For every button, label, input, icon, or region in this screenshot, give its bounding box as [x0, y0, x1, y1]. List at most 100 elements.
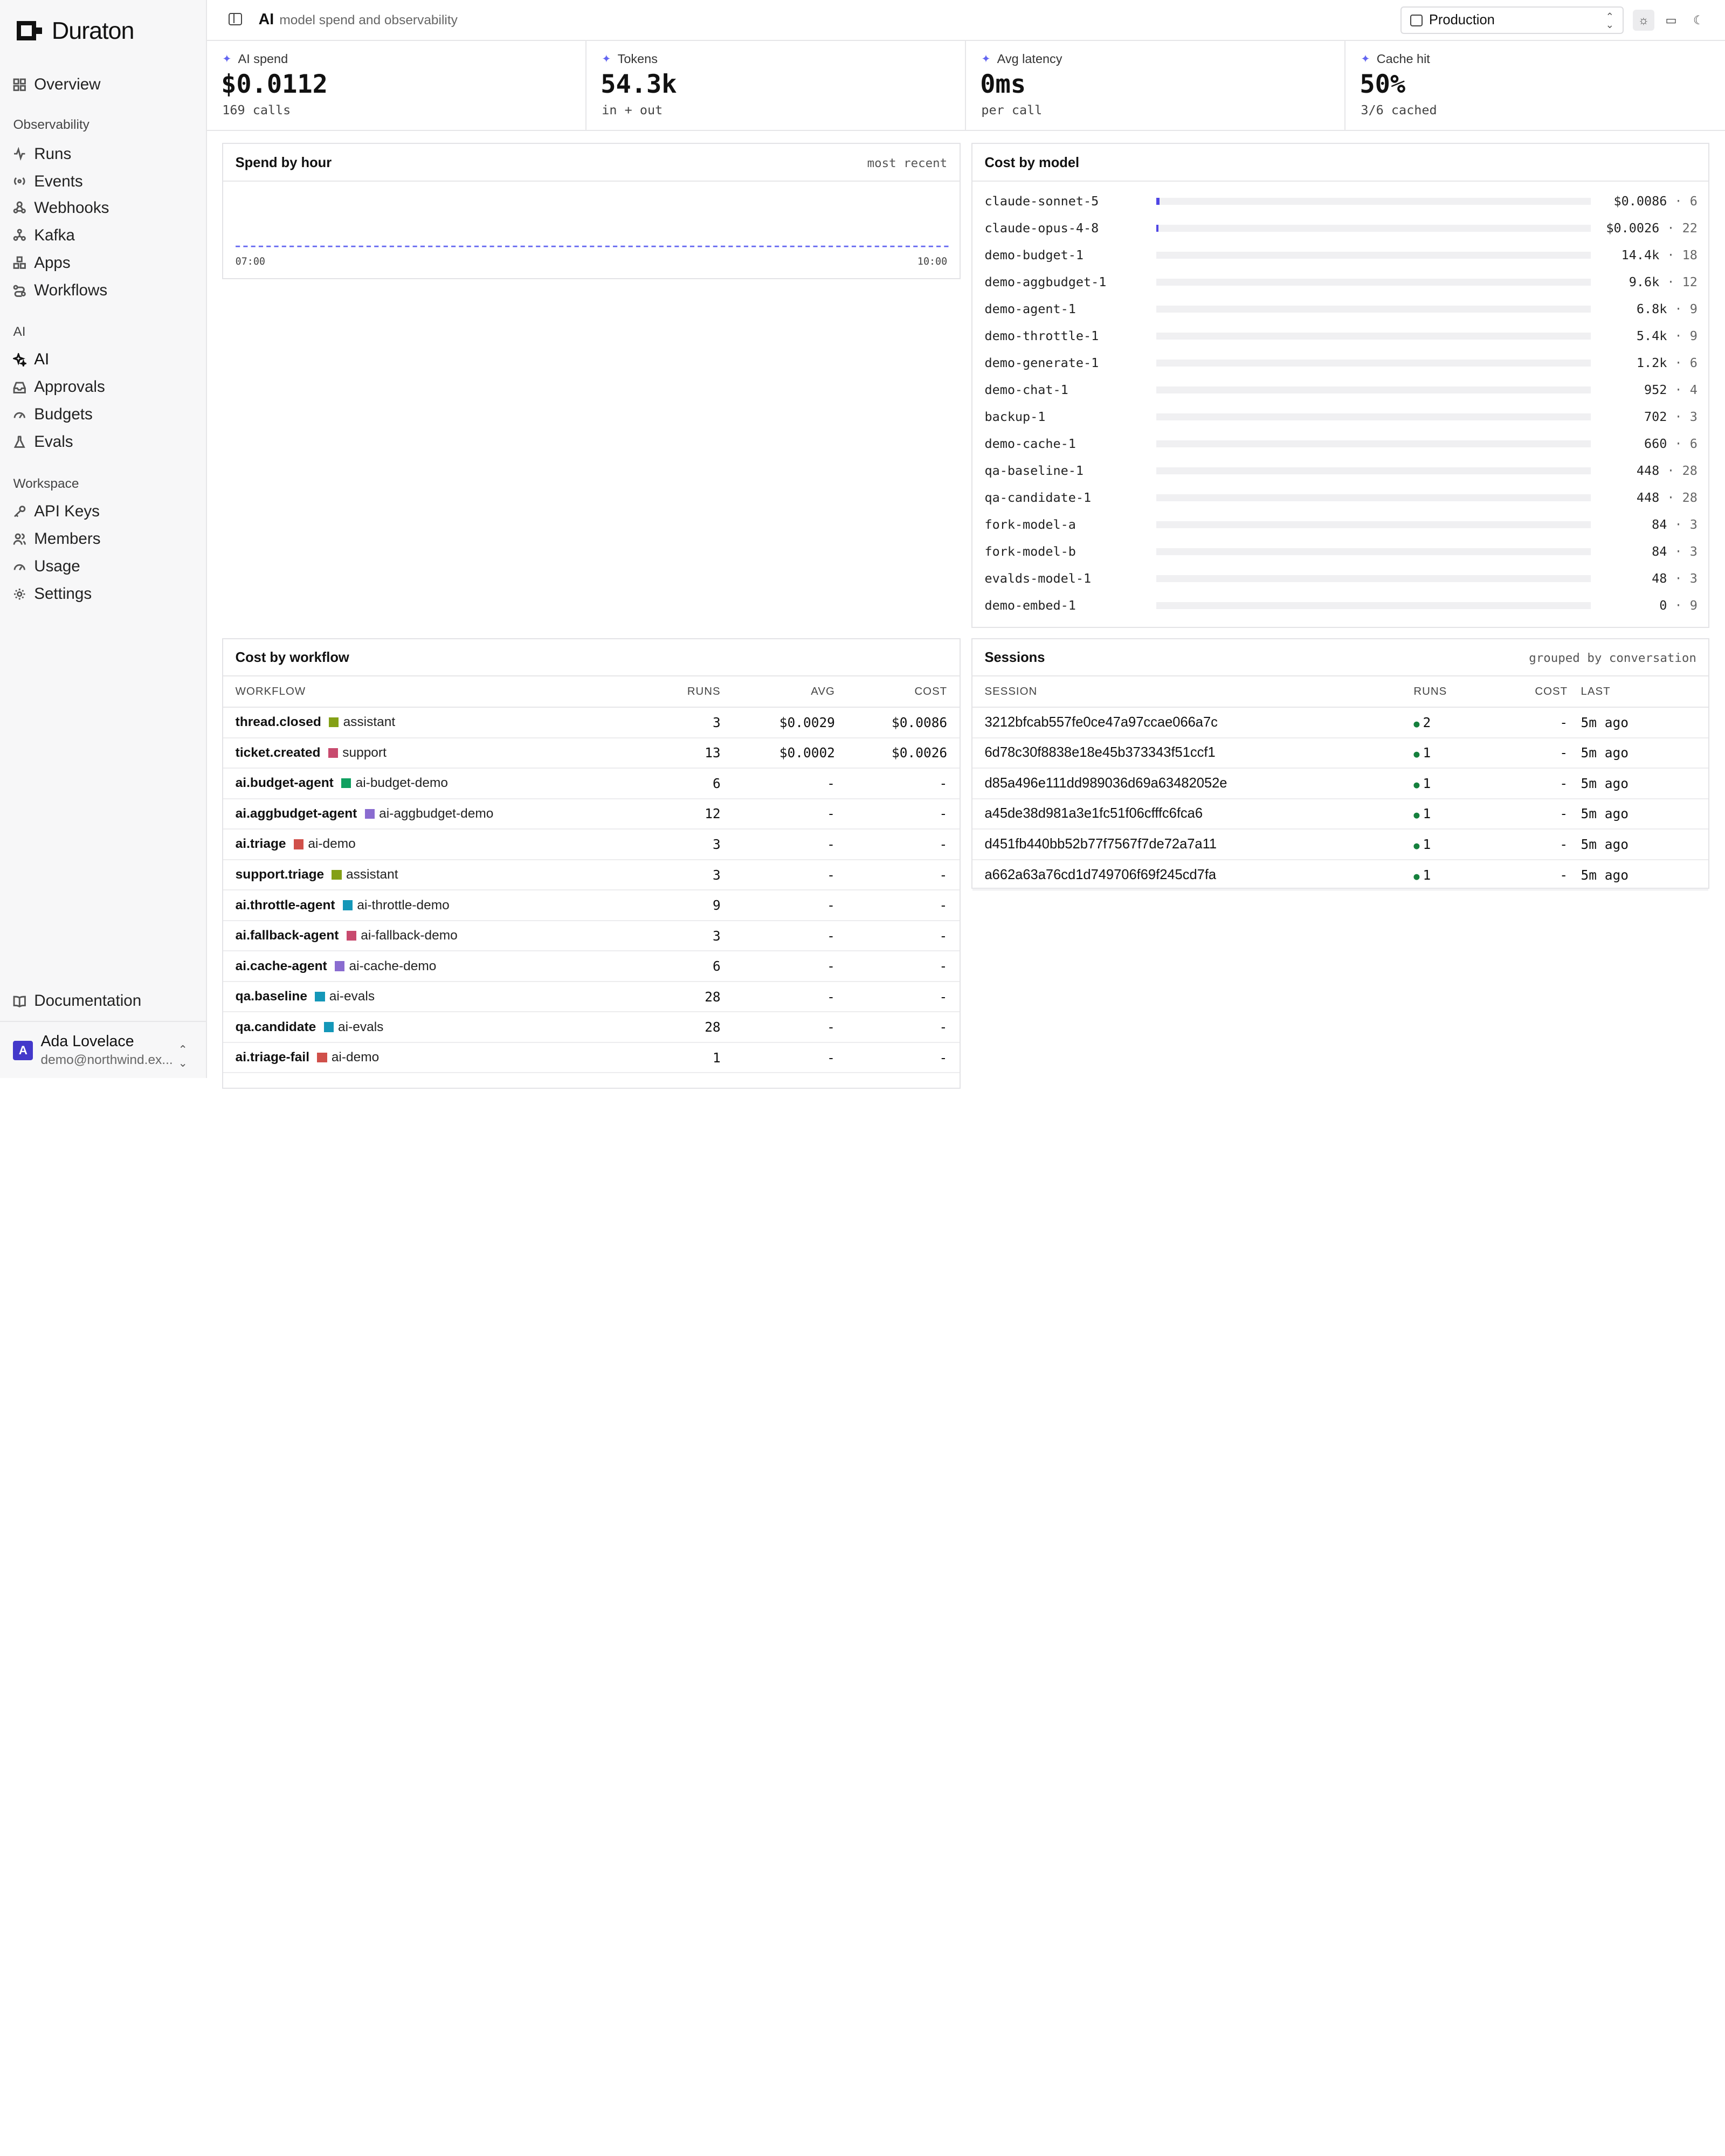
- session-id[interactable]: a662a63a76cd1d749706f69f245cd7fa: [972, 859, 1414, 891]
- chevron-updown-icon: ⌃ ⌄: [178, 1044, 188, 1069]
- sidebar-item-workflows[interactable]: Workflows: [13, 279, 107, 301]
- table-row[interactable]: d451fb440bb52b77f7567f7de72a7a11 ● 1 -5m ag…: [972, 829, 1709, 860]
- session-runs: 1: [1423, 745, 1431, 761]
- sidebar-item-webhooks[interactable]: Webhooks: [13, 197, 109, 219]
- table-row[interactable]: a45de38d981a3e1fc51f06cfffc6fca6 ● 1 -5m ag…: [972, 798, 1709, 830]
- model-bar: [1156, 440, 1591, 447]
- model-count-sep: ·: [1674, 571, 1682, 586]
- gauge-icon: [14, 564, 26, 570]
- table-row[interactable]: 6d78c30f8838e18e45b373343f51ccf1 ● 1 -5m ag…: [972, 737, 1709, 769]
- table-row[interactable]: qa.baseline ai-evals 28- -: [223, 981, 960, 1013]
- table-row[interactable]: ticket.created support 13 $0.0002 $0.0026: [223, 737, 960, 769]
- workflow-cost: $0.0086: [834, 707, 960, 738]
- table-row[interactable]: thread.closed assistant 3 $0.0029 $0.0086: [223, 707, 960, 738]
- session-id[interactable]: d451fb440bb52b77f7567f7de72a7a11: [972, 829, 1414, 860]
- users-icon: [13, 533, 26, 545]
- model-count: 18: [1682, 247, 1698, 263]
- nodes-icon: [13, 229, 26, 241]
- workflow-runs: 3: [641, 829, 721, 860]
- sidebar-item-label: Members: [34, 529, 101, 548]
- table-row[interactable]: ai.triage ai-demo 3- -: [223, 829, 960, 860]
- table-row[interactable]: ai.aggbudget-agent ai-aggbudget-demo 12- -: [223, 798, 960, 830]
- sidebar-item-evals[interactable]: Evals: [13, 431, 73, 453]
- stat-value: $0.0112: [221, 69, 328, 99]
- list-item: demo-chat-1 952 · 4: [984, 379, 1697, 401]
- sidebar-item-kafka[interactable]: Kafka: [13, 224, 75, 246]
- sidebar-item-label: Runs: [34, 144, 72, 163]
- session-id[interactable]: 3212bfcab557fe0ce47a97ccae066a7c: [972, 707, 1414, 738]
- session-id[interactable]: a45de38d981a3e1fc51f06cfffc6fca6: [972, 798, 1414, 830]
- model-name: demo-throttle-1: [984, 328, 1099, 344]
- sidebar-item-apps[interactable]: Apps: [13, 252, 71, 274]
- model-name: fork-model-a: [984, 517, 1076, 533]
- model-value: 448: [1636, 490, 1660, 506]
- sidebar-item-overview[interactable]: Overview: [13, 74, 101, 96]
- sidebar-item-members[interactable]: Members: [13, 528, 101, 550]
- x-axis-start: 07:00: [235, 256, 265, 268]
- session-id[interactable]: d85a496e111dd989036d69a63482052e: [972, 768, 1414, 799]
- webhook-icon: [13, 202, 26, 214]
- sidebar-item-label: Kafka: [34, 226, 75, 244]
- sidebar-item-events[interactable]: Events: [13, 170, 83, 192]
- system-theme-button[interactable]: ▭: [1660, 10, 1682, 31]
- table-row[interactable]: ai.throttle-agent ai-throttle-demo 9- -: [223, 890, 960, 921]
- sidebar-item-usage[interactable]: Usage: [13, 556, 80, 578]
- user-menu[interactable]: A Ada Lovelace demo@northwind.ex... ⌃ ⌄: [0, 1020, 207, 1078]
- model-bar: [1156, 252, 1591, 259]
- dark-theme-button[interactable]: ☾: [1688, 10, 1710, 31]
- sidebar-item-documentation[interactable]: Documentation: [13, 990, 141, 1012]
- model-count: 3: [1689, 409, 1698, 425]
- stat-sub: in + out: [602, 102, 663, 118]
- environment-select[interactable]: Production ⌃ ⌄: [1400, 6, 1624, 34]
- sidebar-item-budgets[interactable]: Budgets: [13, 404, 93, 426]
- table-row[interactable]: d85a496e111dd989036d69a63482052e ● 1 -5m ag…: [972, 768, 1709, 799]
- app-name: ai-demo: [331, 1050, 380, 1065]
- list-item: demo-aggbudget-1 9.6k · 12: [984, 271, 1697, 293]
- model-name: demo-cache-1: [984, 436, 1076, 452]
- sidebar-item-api-keys[interactable]: API Keys: [13, 501, 100, 523]
- sidebar-item-runs[interactable]: Runs: [13, 143, 71, 165]
- sidebar-item-approvals[interactable]: Approvals: [13, 376, 105, 398]
- session-cost: -: [1491, 798, 1568, 830]
- light-theme-button[interactable]: ☼: [1632, 10, 1655, 31]
- logo[interactable]: Duraton: [13, 17, 134, 44]
- sidebar-item-label: AI: [34, 350, 50, 369]
- model-name: claude-opus-4-8: [984, 220, 1099, 236]
- model-value: 9.6k: [1629, 274, 1660, 290]
- model-bar: [1156, 494, 1591, 501]
- model-count: 6: [1689, 355, 1698, 371]
- list-item: demo-generate-1 1.2k · 6: [984, 352, 1697, 374]
- table-row[interactable]: support.triage assistant 3- -: [223, 859, 960, 891]
- table-row[interactable]: ai.budget-agent ai-budget-demo 6- -: [223, 768, 960, 799]
- session-cost: -: [1491, 859, 1568, 891]
- workflow-name: ai.fallback-agent: [235, 928, 339, 943]
- model-bar: [1156, 521, 1591, 528]
- sidebar-item-ai[interactable]: AI: [13, 349, 49, 371]
- table-row[interactable]: a662a63a76cd1d749706f69f245cd7fa ● 1 -5m ag…: [972, 859, 1709, 891]
- model-bar: [1156, 198, 1591, 205]
- model-bar: [1156, 279, 1591, 286]
- table-row[interactable]: ai.cache-agent ai-cache-demo 6- -: [223, 951, 960, 982]
- table-row[interactable]: ai.triage-fail ai-demo 1- -: [223, 1042, 960, 1074]
- sidebar-item-settings[interactable]: Settings: [13, 583, 92, 605]
- status-dot-icon: ●: [1413, 810, 1420, 821]
- list-item: demo-cache-1 660 · 6: [984, 433, 1697, 455]
- model-value: 84: [1652, 517, 1667, 533]
- model-count-sep: ·: [1674, 598, 1682, 613]
- sidebar-item-label: Events: [34, 172, 83, 190]
- model-bar: [1156, 602, 1591, 609]
- model-bar: [1156, 225, 1591, 232]
- list-item: qa-candidate-1 448 · 28: [984, 487, 1697, 509]
- table-row[interactable]: qa.candidate ai-evals 28- -: [223, 1012, 960, 1043]
- sidebar-toggle-icon[interactable]: [229, 13, 242, 25]
- app-color-tag: [328, 748, 339, 758]
- sidebar-item-label: API Keys: [34, 502, 100, 520]
- table-row[interactable]: 3212bfcab557fe0ce47a97ccae066a7c ● 2 -5m ag…: [972, 707, 1709, 738]
- topbar: AI model spend and observability Product…: [206, 0, 1725, 41]
- session-id[interactable]: 6d78c30f8838e18e45b373343f51ccf1: [972, 737, 1414, 769]
- stat-sub: 3/6 cached: [1361, 102, 1437, 118]
- flask-icon: [14, 436, 26, 448]
- table-row[interactable]: ai.fallback-agent ai-fallback-demo 3- -: [223, 920, 960, 952]
- user-email: demo@northwind.ex...: [40, 1053, 173, 1067]
- workflow-name: qa.baseline: [235, 989, 307, 1004]
